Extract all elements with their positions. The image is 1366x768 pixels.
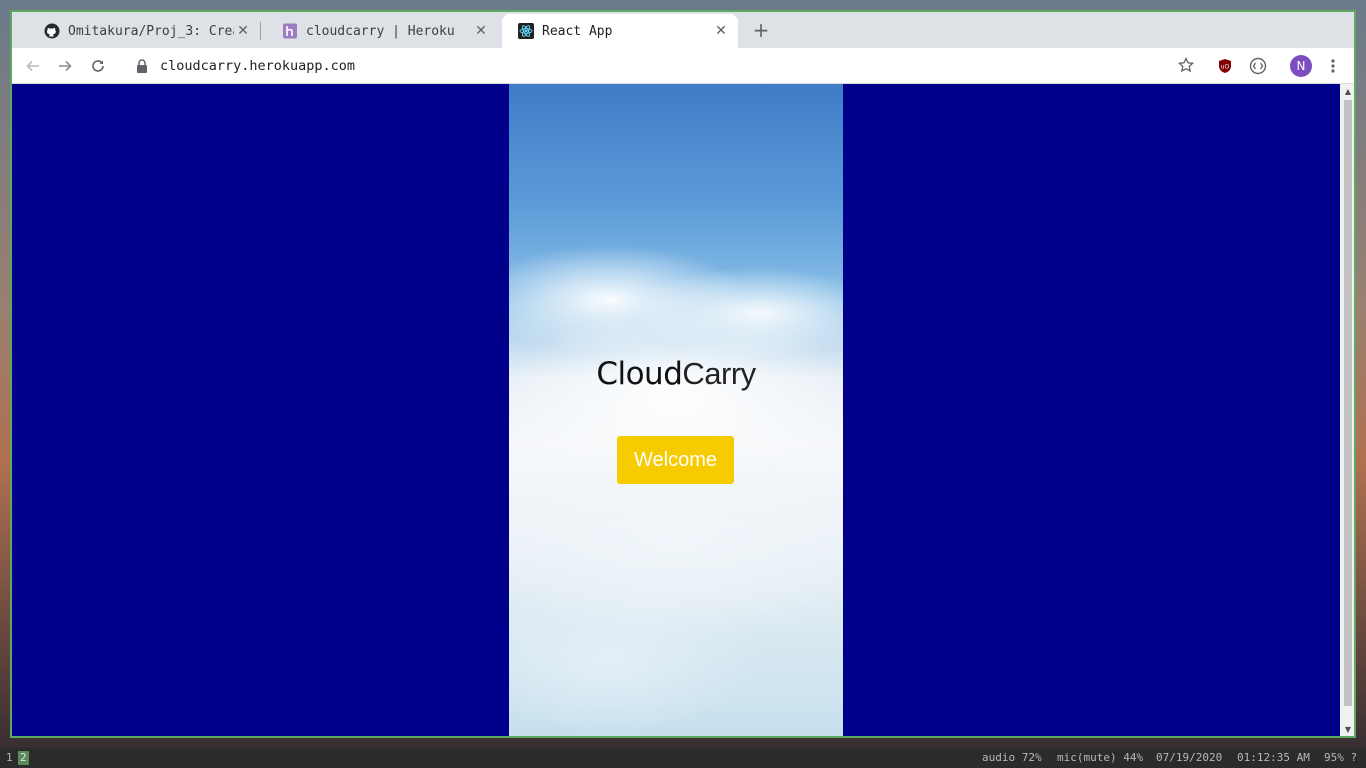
cloudcarry-logo: CloudCarry xyxy=(509,356,843,392)
react-icon xyxy=(518,23,534,39)
browser-window: Omitakura/Proj_3: Crea ✕ cloudcarry | He… xyxy=(10,10,1356,738)
tab-title: React App xyxy=(542,23,613,39)
welcome-button[interactable]: Welcome xyxy=(617,436,734,484)
github-icon xyxy=(44,23,60,39)
scroll-thumb[interactable] xyxy=(1344,100,1352,706)
date-status: 07/19/2020 xyxy=(1156,751,1223,764)
workspace-2[interactable]: 2 xyxy=(18,751,29,765)
kebab-menu-icon xyxy=(1331,59,1335,73)
scroll-down-icon[interactable]: ▼ xyxy=(1340,723,1354,736)
tab-heroku[interactable]: cloudcarry | Heroku ✕ xyxy=(266,14,498,48)
browser-toolbar: cloudcarry.herokuapp.com uO N xyxy=(12,48,1354,84)
scroll-up-icon[interactable]: ▲ xyxy=(1340,85,1354,99)
reload-icon xyxy=(92,60,104,72)
close-icon[interactable]: ✕ xyxy=(712,23,730,39)
svg-text:uO: uO xyxy=(1221,64,1230,71)
menu-button[interactable] xyxy=(1320,53,1346,79)
heroku-icon xyxy=(282,23,298,39)
tab-title: cloudcarry | Heroku xyxy=(306,23,455,39)
tab-separator xyxy=(260,22,261,40)
arrow-right-icon xyxy=(59,60,72,72)
app-panel-sky-background: CloudCarry Welcome xyxy=(509,84,843,736)
address-bar[interactable]: cloudcarry.herokuapp.com xyxy=(124,51,1202,81)
profile-avatar[interactable]: N xyxy=(1290,55,1312,77)
tab-github[interactable]: Omitakura/Proj_3: Crea ✕ xyxy=(28,14,260,48)
url-text: cloudcarry.herokuapp.com xyxy=(160,58,356,74)
time-status: 01:12:35 AM xyxy=(1237,751,1310,764)
logo-carry: Carry xyxy=(682,356,756,391)
back-button[interactable] xyxy=(20,53,46,79)
tab-strip: Omitakura/Proj_3: Crea ✕ cloudcarry | He… xyxy=(12,12,1354,48)
vertical-scrollbar[interactable]: ▲ ▼ xyxy=(1340,84,1354,736)
extension-icon[interactable] xyxy=(1245,53,1271,79)
tab-react-app[interactable]: React App ✕ xyxy=(502,14,738,48)
new-tab-button[interactable]: + xyxy=(748,18,774,44)
audio-status: audio 72% xyxy=(982,751,1042,764)
close-icon[interactable]: ✕ xyxy=(234,23,252,39)
workspace-1[interactable]: 1 xyxy=(4,751,15,765)
reload-button[interactable] xyxy=(85,53,111,79)
close-icon[interactable]: ✕ xyxy=(472,23,490,39)
battery-status: 95% ? xyxy=(1324,751,1358,764)
ublock-extension-icon[interactable]: uO xyxy=(1212,53,1238,79)
star-icon[interactable] xyxy=(1177,56,1195,77)
mic-status: mic(mute) 44% xyxy=(1057,751,1144,764)
lock-icon xyxy=(137,59,147,73)
logo-cloud: Cloud xyxy=(596,356,683,392)
arrow-left-icon xyxy=(26,60,39,72)
system-taskbar: 1 2 audio 72% mic(mute) 44% 07/19/2020 0… xyxy=(0,748,1366,768)
tab-title: Omitakura/Proj_3: Crea xyxy=(68,23,234,39)
page-viewport: CloudCarry Welcome xyxy=(12,84,1340,736)
forward-button[interactable] xyxy=(52,53,78,79)
